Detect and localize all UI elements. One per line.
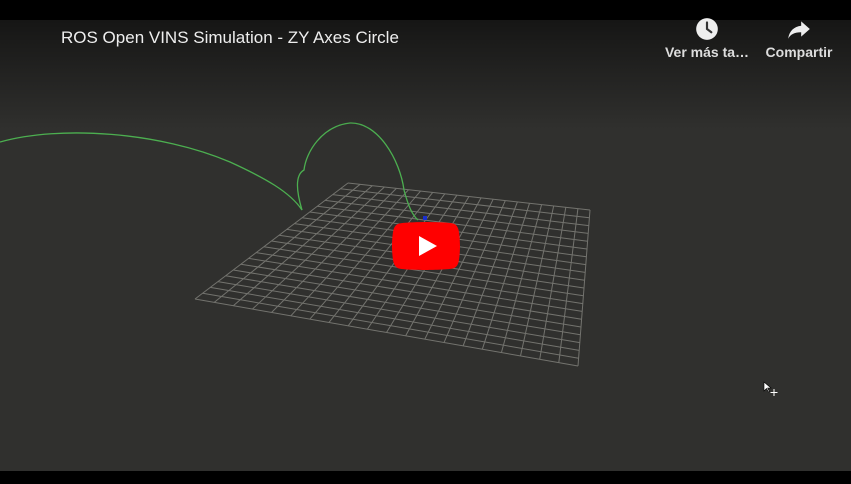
share-button[interactable]: Compartir <box>754 16 844 60</box>
clock-icon <box>696 18 718 40</box>
video-player[interactable]: ROS Open VINS Simulation - ZY Axes Circl… <box>0 0 851 484</box>
grid-line <box>577 209 591 367</box>
share-arrow-icon <box>788 21 810 39</box>
trajectory-path <box>0 122 419 221</box>
youtube-play-icon[interactable] <box>392 222 460 270</box>
watch-later-button[interactable]: Ver más ta… <box>662 16 752 60</box>
move-cursor-icon <box>763 381 778 396</box>
video-frame[interactable]: ROS Open VINS Simulation - ZY Axes Circl… <box>0 18 851 471</box>
video-title[interactable]: ROS Open VINS Simulation - ZY Axes Circl… <box>61 28 399 48</box>
ground-grid <box>194 182 591 367</box>
share-label: Compartir <box>765 44 833 60</box>
sensor-marker <box>423 216 427 220</box>
watch-later-label: Ver más ta… <box>664 44 750 60</box>
